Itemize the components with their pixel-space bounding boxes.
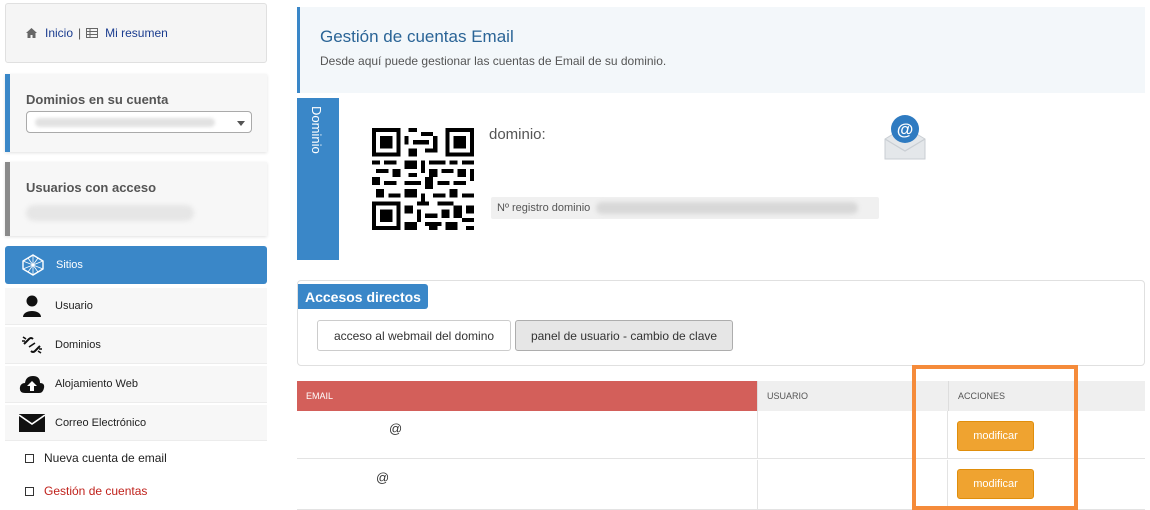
envelope-icon (19, 411, 45, 435)
sidebar-item-label: Correo Electrónico (55, 416, 147, 429)
breadcrumb-separator: | (78, 26, 82, 40)
domain-registry-field: Nº registro dominio (491, 197, 879, 219)
domains-title: Dominios en su cuenta (26, 92, 169, 107)
chevron-down-icon (237, 121, 245, 126)
sidebar-item-label: Dominios (55, 339, 101, 351)
domains-panel: Dominios en su cuenta (5, 74, 267, 152)
checkbox-icon (25, 486, 34, 496)
users-list (26, 205, 194, 221)
domain-tab-label: Dominio (309, 106, 324, 154)
users-panel: Usuarios con acceso (5, 162, 267, 236)
breadcrumb: Inicio | Mi resumen (5, 3, 267, 63)
qr-code-icon (372, 128, 474, 230)
sidebar-item-label: Sitios (56, 259, 83, 271)
email-cell: @ (376, 470, 390, 485)
sidebar-item-label: Alojamiento Web (55, 378, 138, 390)
sidebar-item-sitios[interactable]: Sitios (5, 246, 267, 284)
sidebar-item-label: Usuario (55, 300, 93, 312)
breadcrumb-home-link[interactable]: Inicio (45, 26, 73, 40)
sidebar-subitem-label: Gestión de cuentas (44, 484, 148, 498)
user-panel-password-button[interactable]: panel de usuario - cambio de clave (515, 320, 733, 351)
page-header: Gestión de cuentas Email Desde aquí pued… (297, 7, 1145, 93)
users-title: Usuarios con acceso (26, 180, 157, 195)
domain-registry-label: Nº registro dominio (497, 202, 591, 214)
domain-select[interactable] (26, 111, 252, 133)
sidebar-item-alojamiento[interactable]: Alojamiento Web (5, 366, 267, 403)
home-icon (26, 28, 37, 38)
sidebar-item-usuario[interactable]: Usuario (5, 288, 267, 325)
highlight-frame (912, 365, 1078, 510)
sidebar-subitem-label: Nueva cuenta de email (44, 451, 167, 465)
checkbox-icon (25, 453, 34, 463)
broken-link-icon (19, 333, 45, 357)
email-cell: @ (389, 421, 403, 436)
webmail-access-button[interactable]: acceso al webmail del domino (317, 320, 511, 351)
globe-icon (20, 253, 46, 277)
domain-select-value (35, 118, 215, 127)
breadcrumb-summary-link[interactable]: Mi resumen (105, 26, 168, 40)
sidebar-subitem-nueva-cuenta[interactable]: Nueva cuenta de email (25, 451, 167, 465)
domain-label: dominio: (489, 126, 546, 143)
domain-tab: Dominio (297, 98, 339, 260)
shortcuts-title: Accesos directos (298, 284, 428, 309)
sidebar-subitem-gestion-cuentas[interactable]: Gestión de cuentas (25, 484, 147, 498)
page-title: Gestión de cuentas Email (320, 27, 514, 46)
user-icon (19, 294, 45, 318)
cloud-upload-icon (19, 372, 45, 396)
table-icon (86, 28, 99, 38)
column-header-email[interactable]: EMAIL (297, 381, 757, 411)
sidebar-item-dominios[interactable]: Dominios (5, 327, 267, 364)
svg-text:@: @ (897, 120, 914, 139)
domain-registry-value (596, 202, 859, 214)
page-subtitle: Desde aquí puede gestionar las cuentas d… (320, 54, 667, 68)
sidebar-item-correo[interactable]: Correo Electrónico (5, 405, 267, 441)
email-at-icon: @ (884, 115, 926, 160)
